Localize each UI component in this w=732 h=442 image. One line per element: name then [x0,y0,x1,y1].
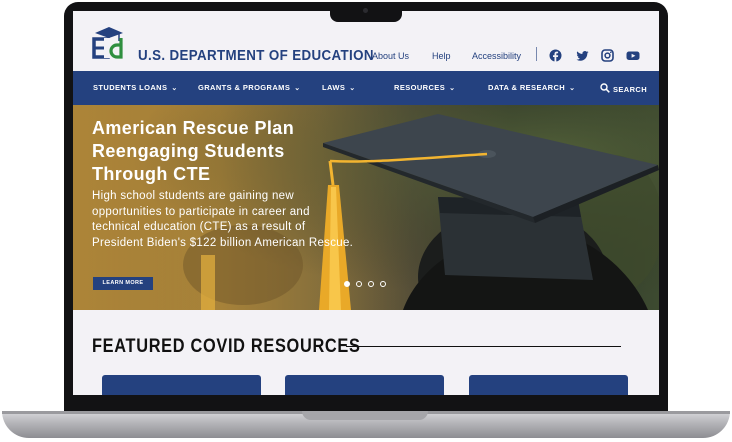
chevron-down-icon: ⌄ [171,85,178,92]
youtube-icon[interactable] [626,49,640,62]
facebook-icon[interactable] [549,49,562,62]
chevron-down-icon: ⌄ [294,85,301,92]
resource-card[interactable] [102,375,261,395]
nav-label: STUDENTS LOANS [93,83,168,92]
carousel-dot[interactable] [380,281,386,287]
main-nav: STUDENTS LOANS ⌄ GRANTS & PROGRAMS ⌄ LAWS ⌄… [73,71,659,105]
nav-resources[interactable]: RESOURCES ⌄ [394,83,455,92]
resource-card[interactable] [285,375,444,395]
hero-description: High school students are gaining new opp… [92,190,354,249]
accessibility-link[interactable]: Accessibility [472,51,521,61]
about-us-link[interactable]: About Us [372,51,409,61]
agency-name[interactable]: U.S. DEPARTMENT OF EDUCATION [138,48,374,64]
nav-label: GRANTS & PROGRAMS [198,83,291,92]
hero-carousel[interactable]: American Rescue Plan Reengaging Students… [73,105,659,310]
featured-heading: FEATURED COVID RESOURCES [92,336,361,357]
ed-logo-icon[interactable] [91,24,127,60]
instagram-icon[interactable] [601,49,614,62]
laptop-opening-groove [302,411,428,420]
carousel-dot[interactable] [356,281,362,287]
nav-label: RESOURCES [394,83,446,92]
hero-title: American Rescue Plan Reengaging Students… [92,118,295,184]
utility-divider [536,47,537,61]
nav-data-research[interactable]: DATA & RESEARCH ⌄ [488,83,575,92]
chevron-down-icon: ⌄ [449,85,456,92]
carousel-dot[interactable] [368,281,374,287]
resource-card[interactable] [469,375,628,395]
search-label: SEARCH [613,85,648,94]
help-link[interactable]: Help [432,51,451,61]
webcam [363,8,368,13]
featured-section: FEATURED COVID RESOURCES [73,310,659,395]
twitter-icon[interactable] [576,49,589,62]
chevron-down-icon: ⌄ [349,85,356,92]
carousel-dot[interactable] [344,281,350,287]
search-icon [600,83,610,93]
laptop-screen: U.S. DEPARTMENT OF EDUCATION About Us He… [73,11,659,395]
nav-label: DATA & RESEARCH [488,83,566,92]
nav-grants-programs[interactable]: GRANTS & PROGRAMS ⌄ [198,83,300,92]
chevron-down-icon: ⌄ [569,85,576,92]
heading-divider [346,346,621,347]
learn-more-button[interactable]: LEARN MORE [93,277,153,290]
search-button[interactable]: SEARCH [600,83,647,94]
nav-laws[interactable]: LAWS ⌄ [322,83,356,92]
nav-label: LAWS [322,83,346,92]
nav-students-loans[interactable]: STUDENTS LOANS ⌄ [93,83,178,92]
